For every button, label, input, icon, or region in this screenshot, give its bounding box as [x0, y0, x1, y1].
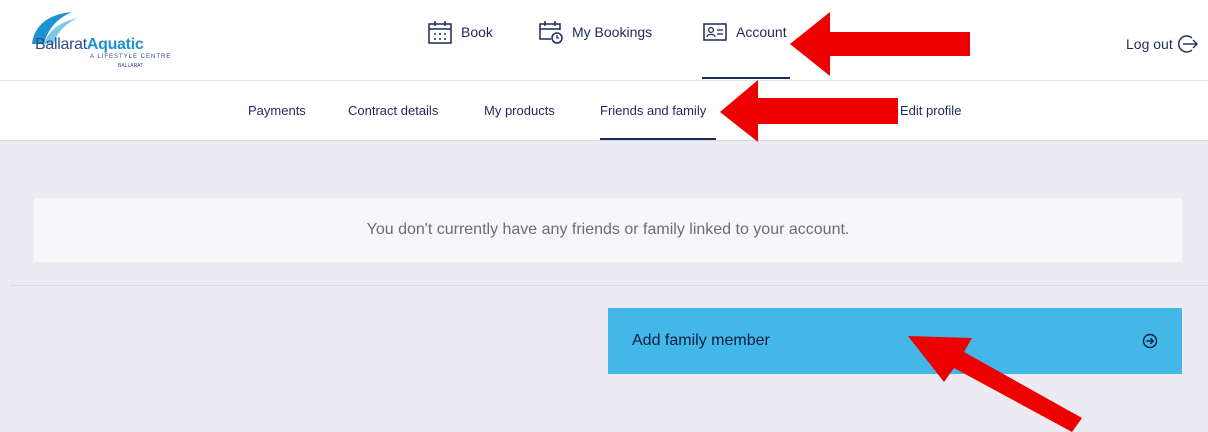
- logout-button[interactable]: Log out: [1126, 33, 1199, 55]
- calendar-clock-icon: [539, 21, 563, 44]
- logo-word-2: Aquatic: [86, 36, 144, 53]
- nav-book-label: Book: [461, 24, 493, 40]
- add-family-member-button[interactable]: Add family member: [608, 308, 1182, 374]
- subnav-edit-profile[interactable]: Edit profile: [900, 103, 961, 118]
- empty-state-message: You don't currently have any friends or …: [34, 198, 1182, 262]
- logo-city: BALLARAT: [118, 63, 144, 69]
- calendar-icon: [428, 21, 452, 44]
- arrow-circle-right-icon: [1142, 333, 1158, 349]
- logout-arrow-icon: [1177, 35, 1198, 53]
- nav-my-bookings[interactable]: My Bookings: [538, 21, 653, 68]
- top-bar: BallaratAquatic A LIFESTYLE CENTRE BALLA…: [0, 0, 1208, 81]
- brand-logo[interactable]: BallaratAquatic A LIFESTYLE CENTRE BALLA…: [28, 10, 178, 76]
- subnav-payments[interactable]: Payments: [248, 103, 306, 118]
- subnav-active-underline: [600, 138, 716, 140]
- logo-tagline: A LIFESTYLE CENTRE: [90, 54, 172, 60]
- id-card-icon: [703, 23, 727, 41]
- logo-wordmark: BallaratAquatic: [35, 36, 144, 54]
- nav-active-underline: [702, 77, 790, 79]
- subnav-my-products[interactable]: My products: [484, 103, 555, 118]
- section-divider: [10, 285, 1208, 286]
- add-family-member-label: Add family member: [632, 332, 770, 349]
- logo-word-1: Ballarat: [35, 36, 87, 53]
- nav-account[interactable]: Account: [702, 22, 787, 68]
- subnav-contract-details[interactable]: Contract details: [348, 103, 438, 118]
- empty-state-text: You don't currently have any friends or …: [366, 221, 850, 238]
- subnav-friends-and-family[interactable]: Friends and family: [600, 103, 706, 118]
- sub-nav: Payments Contract details My products Fr…: [0, 81, 1208, 141]
- nav-book[interactable]: Book: [427, 21, 493, 68]
- logout-label: Log out: [1126, 36, 1173, 52]
- nav-account-label: Account: [736, 24, 787, 40]
- nav-my-bookings-label: My Bookings: [572, 24, 653, 40]
